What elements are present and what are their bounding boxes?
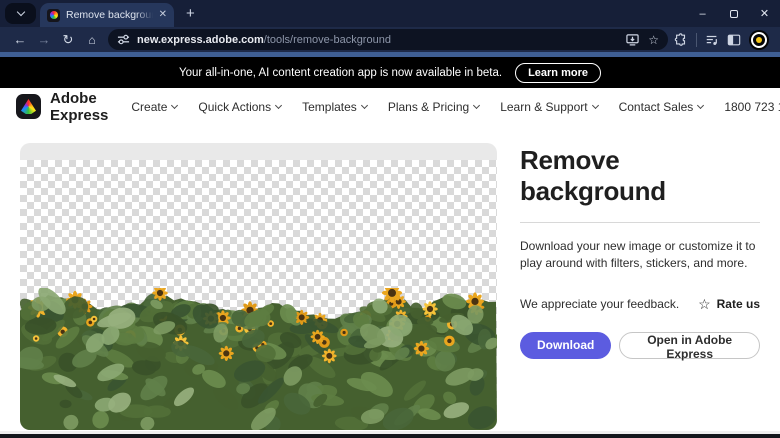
tab-search-button[interactable] — [5, 3, 36, 24]
image-canvas[interactable] — [20, 143, 497, 430]
window-controls: – ✕ — [687, 0, 780, 27]
bookmark-star-icon[interactable]: ☆ — [648, 33, 659, 47]
page-content: Remove background Download your new imag… — [0, 125, 780, 438]
forward-button[interactable]: → — [32, 32, 56, 47]
footer-peek — [0, 434, 780, 438]
side-panel-icon[interactable] — [727, 33, 741, 47]
open-in-adobe-express-button[interactable]: Open in Adobe Express — [619, 331, 760, 361]
new-tab-button[interactable]: + — [186, 5, 195, 22]
toolbar-separator — [696, 32, 697, 47]
rate-us-button[interactable]: ☆ Rate us — [698, 296, 760, 313]
browser-tab[interactable]: Remove background project - Adobe Expres… — [40, 3, 174, 27]
feedback-text: We appreciate your feedback. — [520, 297, 680, 312]
star-icon: ☆ — [698, 295, 711, 312]
feedback-row: We appreciate your feedback. ☆ Rate us — [520, 296, 760, 313]
action-buttons: Download Open in Adobe Express — [520, 331, 760, 361]
address-bar[interactable]: new.express.adobe.com/tools/remove-backg… — [108, 29, 668, 50]
download-button[interactable]: Download — [520, 331, 612, 359]
nav-menu: Create Quick Actions Templates Plans & P… — [131, 100, 705, 114]
chevron-down-icon — [275, 101, 283, 109]
site-navbar: Adobe Express Create Quick Actions Templ… — [0, 88, 780, 125]
learn-more-button[interactable]: Learn more — [515, 62, 601, 83]
restore-icon — [729, 9, 738, 18]
restore-button[interactable] — [718, 0, 749, 27]
nav-item-contact-sales[interactable]: Contact Sales — [619, 100, 705, 114]
extensions-icon[interactable] — [674, 32, 688, 47]
chevron-down-icon — [171, 101, 179, 109]
tab-close-icon[interactable]: ✕ — [159, 10, 167, 20]
page-title: Remove background — [520, 145, 666, 206]
tool-panel: Remove background Download your new imag… — [520, 145, 760, 361]
adobe-express-favicon-icon — [47, 8, 60, 22]
nav-item-learn-support[interactable]: Learn & Support — [500, 100, 599, 114]
panel-divider — [520, 222, 760, 223]
url-host: new.express.adobe.com — [137, 33, 264, 46]
contact-phone: 1800 723 1389 — [724, 99, 780, 114]
nav-item-create[interactable]: Create — [131, 100, 179, 114]
brand-name[interactable]: Adobe Express — [50, 90, 108, 124]
close-button[interactable]: ✕ — [749, 0, 780, 27]
chevron-down-icon — [16, 7, 25, 17]
minimize-button[interactable]: – — [687, 0, 718, 27]
browser-toolbar: ← → ↻ ⌂ new.express.adobe.com/tools/remo… — [0, 27, 780, 52]
nav-item-quick-actions[interactable]: Quick Actions — [198, 100, 283, 114]
home-button[interactable]: ⌂ — [80, 33, 104, 47]
promo-banner: Your all-in-one, AI content creation app… — [0, 57, 780, 88]
chevron-down-icon — [473, 101, 481, 109]
url-text: new.express.adobe.com/tools/remove-backg… — [137, 34, 391, 46]
nav-item-plans-pricing[interactable]: Plans & Pricing — [388, 100, 481, 114]
panel-description: Download your new image or customize it … — [520, 239, 756, 271]
tab-title: Remove background project - Adobe Expres… — [66, 9, 153, 21]
site-settings-icon[interactable] — [117, 33, 130, 46]
nav-item-templates[interactable]: Templates — [302, 100, 368, 114]
browser-window: Remove background project - Adobe Expres… — [0, 0, 780, 438]
profile-avatar[interactable] — [749, 29, 769, 50]
pinned-extension-icon[interactable] — [705, 33, 719, 47]
chevron-down-icon — [360, 101, 368, 109]
back-button[interactable]: ← — [8, 32, 32, 47]
promo-banner-text: Your all-in-one, AI content creation app… — [179, 66, 503, 79]
reload-button[interactable]: ↻ — [56, 32, 80, 48]
chevron-down-icon — [591, 101, 599, 109]
chevron-down-icon — [697, 101, 705, 109]
url-path: /tools/remove-background — [263, 33, 391, 46]
browser-titlebar: Remove background project - Adobe Expres… — [0, 0, 780, 27]
adobe-express-logo-icon[interactable] — [16, 94, 41, 119]
sunflower-field-image — [20, 288, 497, 430]
install-app-icon[interactable] — [626, 33, 639, 46]
